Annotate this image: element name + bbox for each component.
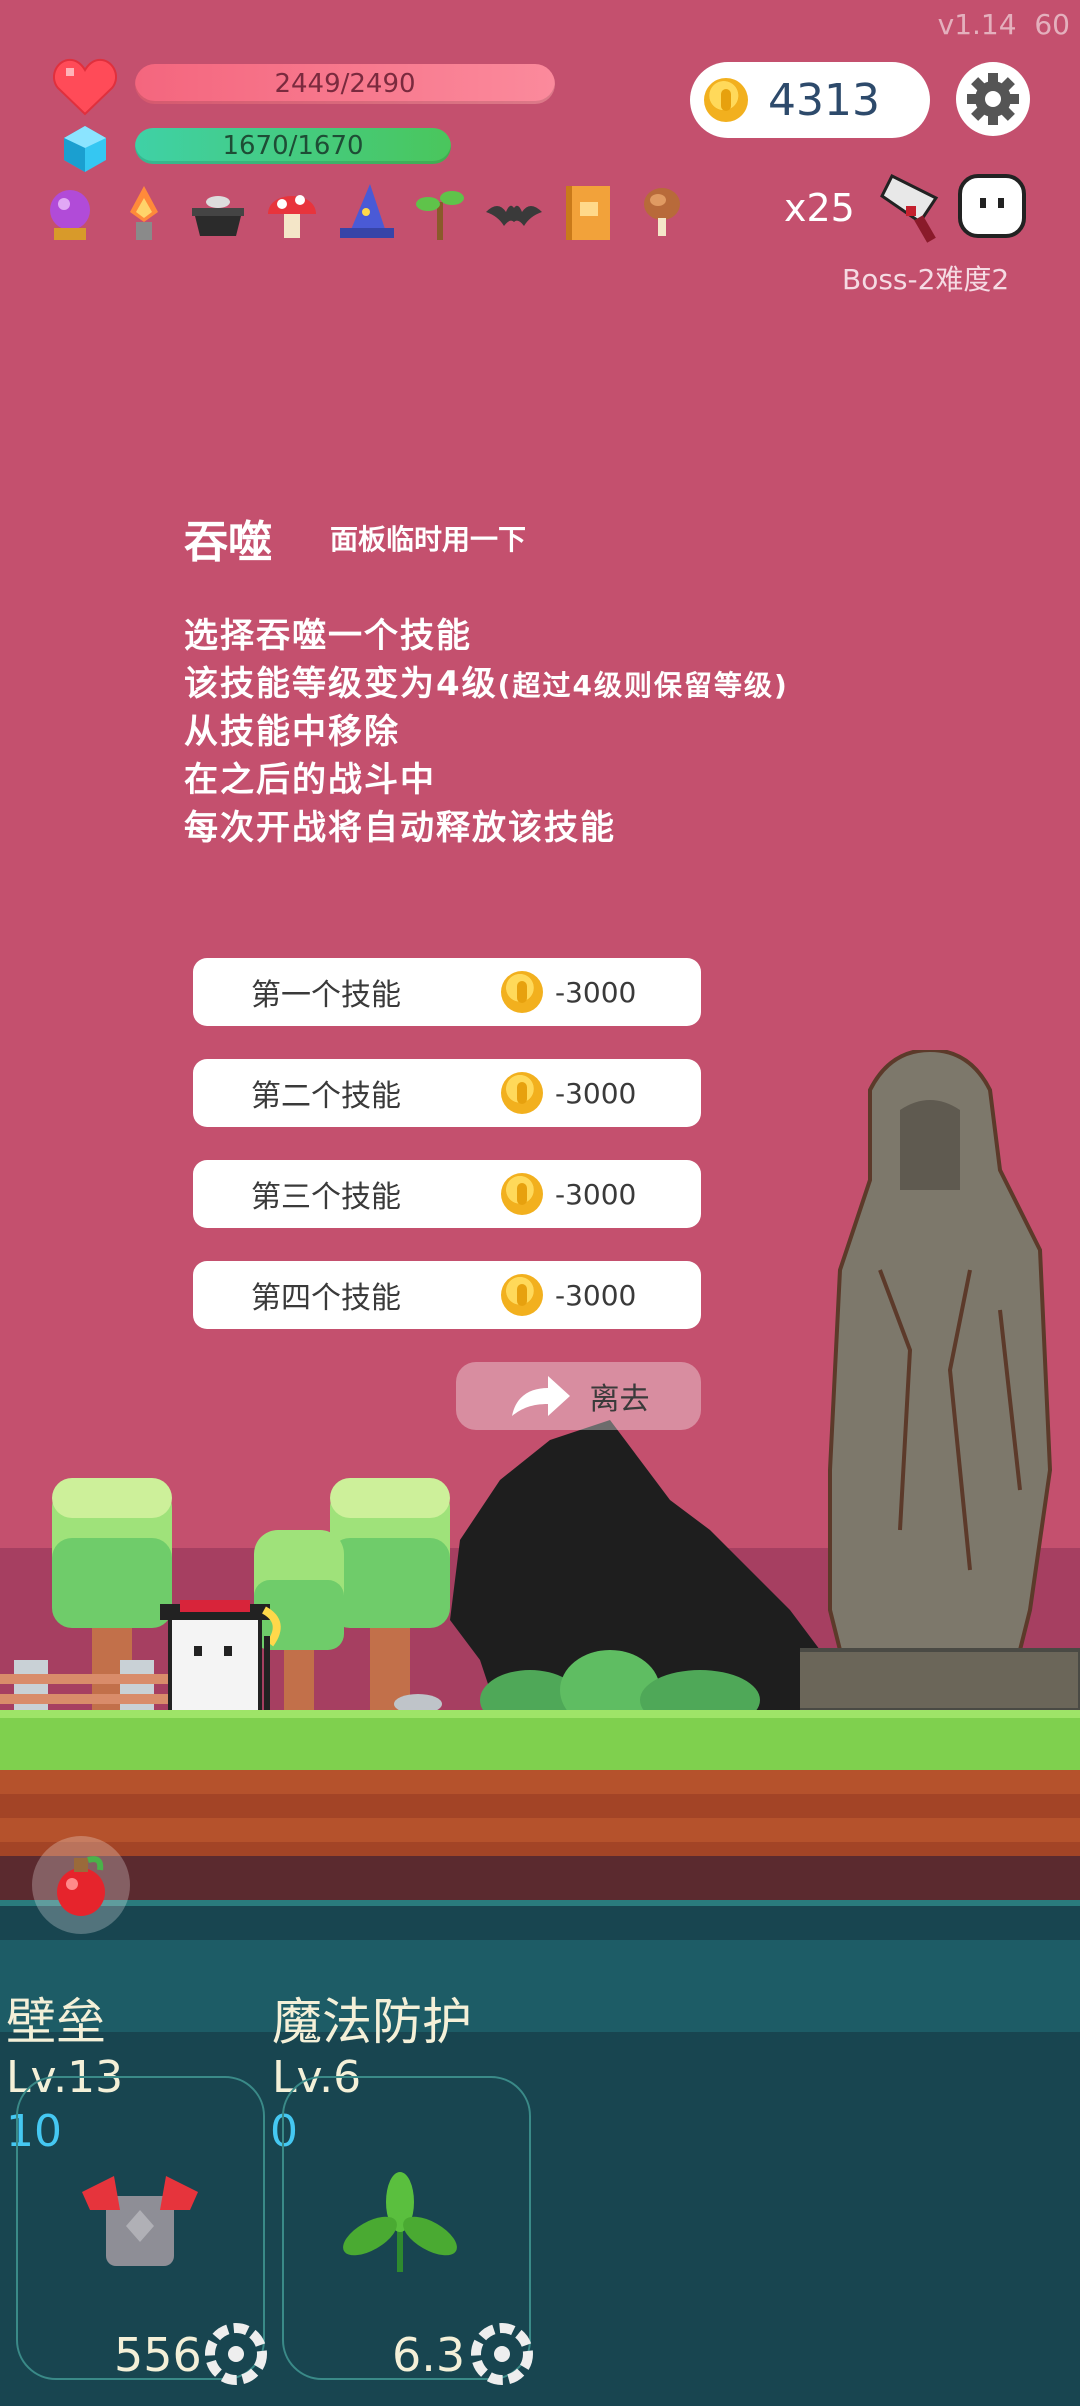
option-skill-1[interactable]: 第一个技能 -3000: [193, 958, 701, 1026]
event-line-3: 从技能中移除: [184, 712, 400, 752]
armor-icon: [80, 2170, 200, 2284]
event-subtitle: 面板临时用一下: [330, 523, 527, 556]
coin-icon: [501, 1274, 543, 1316]
hp-bar: 2449/2490: [135, 64, 555, 104]
mana-crystal-icon: [62, 124, 108, 178]
hero-character[interactable]: [160, 1596, 290, 1720]
option-skill-2[interactable]: 第二个技能 -3000: [193, 1059, 701, 1127]
option-cost: -3000: [555, 1076, 637, 1110]
event-line-5: 每次开战将自动释放该技能: [184, 808, 616, 848]
settings-button[interactable]: [956, 62, 1030, 136]
cooldown-icon: [204, 2322, 268, 2390]
leaf-icon: [340, 2172, 460, 2286]
meat-icon[interactable]: [632, 182, 692, 244]
heart-icon: [52, 56, 118, 122]
event-line-4: 在之后的战斗中: [184, 760, 436, 800]
event-title: 吞噬: [184, 517, 272, 568]
cauldron-icon[interactable]: [188, 182, 248, 244]
coin-counter: 4313: [690, 62, 930, 138]
arrow-right-icon: [511, 1376, 570, 1416]
option-label: 第四个技能: [251, 1281, 401, 1316]
cleaver-icon: [876, 166, 956, 250]
option-cost: -3000: [555, 1177, 637, 1211]
crystal-ball-icon[interactable]: [40, 182, 100, 244]
event-line-2-note: (超过4级则保留等级): [497, 669, 789, 702]
fence: [0, 1650, 170, 1718]
option-cost: -3000: [555, 1278, 637, 1312]
version-label: v1.14: [937, 8, 1017, 41]
potion-button[interactable]: [32, 1836, 130, 1934]
skill-2-value: 6.3: [392, 2328, 466, 2382]
ghost-icon: [956, 170, 1028, 246]
version-fps-readout: v1.14 60: [938, 8, 1070, 41]
option-skill-4[interactable]: 第四个技能 -3000: [193, 1261, 701, 1329]
sapling-icon[interactable]: [410, 182, 470, 244]
option-label: 第三个技能: [251, 1180, 401, 1215]
bat-icon[interactable]: [484, 182, 544, 244]
event-line-2-main: 该技能等级变为4级: [184, 664, 498, 704]
event-line-1: 选择吞噬一个技能: [184, 616, 472, 656]
book-icon[interactable]: [558, 182, 618, 244]
mushroom-icon[interactable]: [262, 182, 322, 244]
option-label: 第一个技能: [251, 978, 401, 1013]
option-label: 第二个技能: [251, 1079, 401, 1114]
leave-button[interactable]: 离去: [456, 1362, 701, 1430]
skill-1-name: 壁垒: [6, 1993, 106, 2051]
option-cost: -3000: [555, 975, 637, 1009]
mp-bar: 1670/1670: [135, 128, 451, 164]
skill-2-name: 魔法防护: [272, 1993, 472, 2051]
fps-label: 60: [1034, 8, 1070, 41]
coin-value: 4313: [768, 74, 880, 126]
event-line-2: 该技能等级变为4级(超过4级则保留等级): [184, 656, 789, 705]
coin-icon: [501, 971, 543, 1013]
cooldown-icon: [470, 2322, 534, 2390]
coin-icon: [501, 1072, 543, 1114]
relic-row: [40, 182, 692, 244]
statue: [778, 1047, 1080, 1714]
coin-icon: [704, 78, 748, 122]
gear-icon: [967, 73, 1019, 125]
coin-icon: [501, 1173, 543, 1215]
skill-1-value: 556: [114, 2328, 202, 2382]
panel-band: [0, 1940, 1080, 2032]
option-skill-3[interactable]: 第三个技能 -3000: [193, 1160, 701, 1228]
potion-icon: [57, 1856, 105, 1916]
speed-multiplier[interactable]: x25: [784, 186, 855, 230]
tree-right: [330, 1478, 450, 1722]
stage-label: Boss-2难度2: [842, 263, 1010, 296]
torch-icon[interactable]: [114, 182, 174, 244]
wizard-hat-icon[interactable]: [336, 182, 396, 244]
leave-label: 离去: [589, 1382, 650, 1417]
ground-grass: [0, 1710, 1080, 1778]
